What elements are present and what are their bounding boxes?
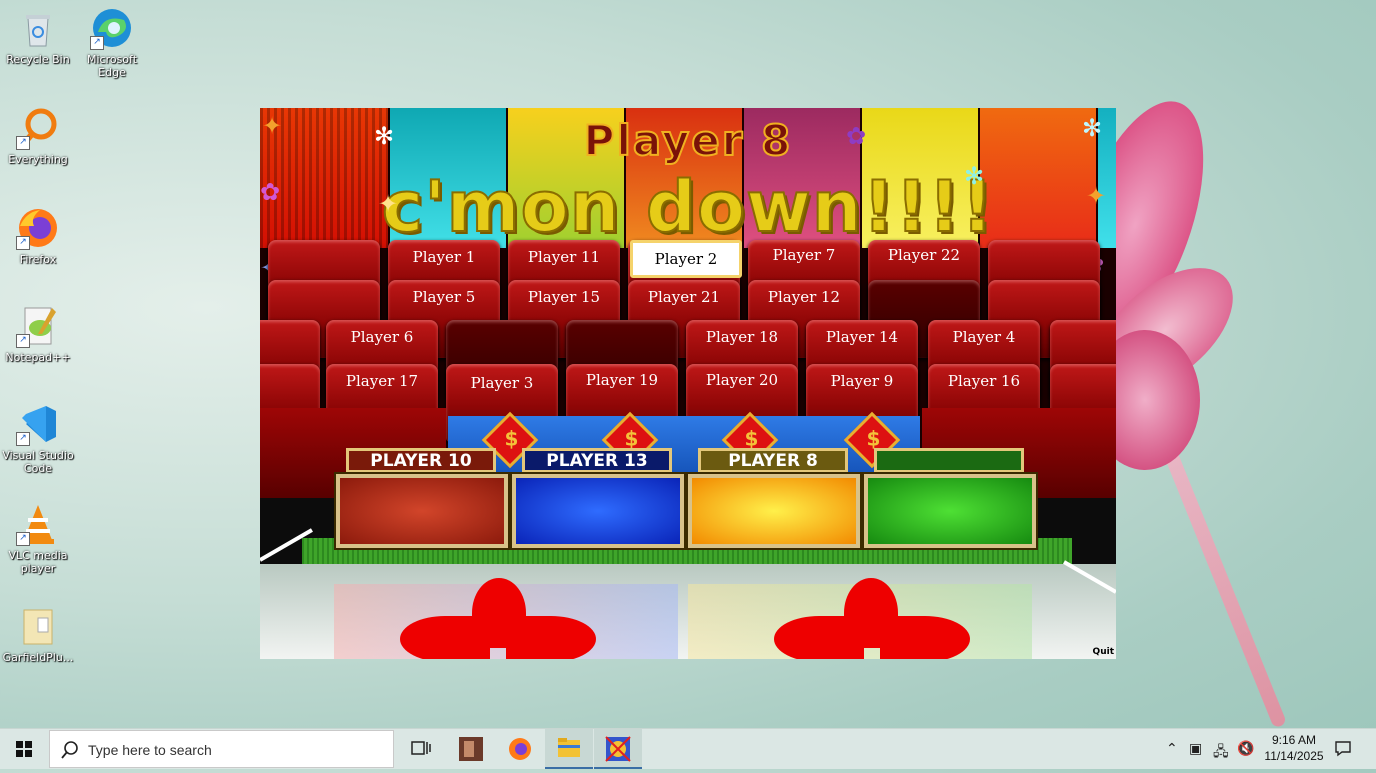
desktop-icon-label: Everything: [8, 153, 68, 166]
contestant-podium-blue: [512, 474, 684, 548]
audience-player-label[interactable]: Player 12: [748, 288, 860, 306]
taskbar-app-firefox[interactable]: [496, 729, 544, 769]
audience-player-label[interactable]: Player 18: [686, 328, 798, 346]
audience-player-label[interactable]: Player 7: [748, 246, 860, 264]
flower-icon: ✻: [964, 162, 985, 190]
sparkle-icon: ✦: [262, 112, 283, 140]
vscode-icon: ↗: [16, 402, 60, 446]
desktop-icon-recycle-bin[interactable]: Recycle Bin: [0, 6, 76, 66]
desktop-icon-garfield-folder[interactable]: GarfieldPlu...: [0, 604, 76, 664]
desktop-icon-label: Visual Studio Code: [2, 449, 74, 475]
wallpaper-flower-stem: [1150, 417, 1288, 729]
taskbar-app-photo[interactable]: [446, 729, 494, 769]
flower-icon: ✿: [846, 122, 867, 150]
shortcut-arrow-icon: ↗: [90, 36, 104, 50]
audience-player-label[interactable]: Player 14: [806, 328, 918, 346]
search-placeholder: Type here to search: [88, 742, 212, 758]
contestant-name-plate: [874, 448, 1024, 473]
desktop-icon-label: GarfieldPlu...: [2, 651, 74, 664]
desktop-icon-vscode[interactable]: ↗ Visual Studio Code: [0, 402, 76, 475]
audience-player-label[interactable]: Player 20: [686, 371, 798, 389]
game-window[interactable]: Player 8 c'mon down!!!! ✦ ✻ ✿ ✦ ✿ ✻ ✻ ✦ …: [260, 108, 1116, 659]
contestant-name-plate: PLAYER 8: [698, 448, 848, 473]
windows-logo-icon: [16, 741, 32, 757]
audience-player-label[interactable]: Player 17: [326, 372, 438, 390]
desktop-icon-edge[interactable]: ↗ Microsoft Edge: [74, 6, 150, 79]
everything-search-icon: ↗: [16, 106, 60, 150]
system-clock[interactable]: 9:16 AM 11/14/2025: [1254, 732, 1334, 764]
shortcut-arrow-icon: ↗: [16, 236, 30, 250]
firefox-icon: ↗: [16, 206, 60, 250]
desktop-icon-label: Microsoft Edge: [86, 53, 138, 79]
firefox-icon: [509, 738, 531, 760]
vlc-icon: ↗: [16, 502, 60, 546]
contestant-name-plate: PLAYER 13: [522, 448, 672, 473]
audience-player-label[interactable]: Player 5: [388, 288, 500, 306]
audience-player-label-active[interactable]: Player 2: [630, 240, 742, 278]
shortcut-arrow-icon: ↗: [16, 334, 30, 348]
audience-player-label[interactable]: Player 15: [508, 288, 620, 306]
red-flower-decoration: [506, 616, 596, 659]
task-view-icon: [411, 741, 431, 755]
audience-player-label[interactable]: Player 21: [628, 288, 740, 306]
show-hidden-icons-chevron-icon[interactable]: ⌃: [1166, 741, 1178, 757]
shortcut-arrow-icon: ↗: [16, 136, 30, 150]
red-flower-decoration: [400, 616, 490, 659]
audience-player-label[interactable]: Player 11: [508, 248, 620, 266]
contestant-podium-yellow: [688, 474, 860, 548]
audience-player-label[interactable]: Player 1: [388, 248, 500, 266]
audience-player-label[interactable]: Player 6: [326, 328, 438, 346]
taskbar: Type here to search ⌃ ▣ 🖧 🔇 9:16 AM 11/1…: [0, 728, 1376, 769]
shortcut-arrow-icon: ↗: [16, 432, 30, 446]
audience-player-label[interactable]: Player 22: [868, 246, 980, 264]
desktop-icon-label: Notepad++: [5, 351, 71, 364]
recycle-bin-icon: [16, 6, 60, 50]
contestant-podium-green: [864, 474, 1036, 548]
audience-player-label[interactable]: Player 19: [566, 371, 678, 389]
start-button[interactable]: [0, 729, 48, 769]
notepad-plus-plus-icon: ↗: [16, 304, 60, 348]
flower-icon: ✻: [374, 122, 395, 150]
flower-icon: ✻: [1082, 114, 1103, 142]
audience-player-label[interactable]: Player 16: [928, 372, 1040, 390]
quit-button[interactable]: Quit: [1093, 647, 1114, 657]
desktop-icon-firefox[interactable]: ↗ Firefox: [0, 206, 76, 266]
flower-icon: ✿: [260, 178, 281, 206]
contestant-podium-red: [336, 474, 508, 548]
red-flower-decoration: [774, 616, 864, 659]
network-icon[interactable]: 🖧: [1213, 741, 1229, 765]
desktop-icon-label: Recycle Bin: [6, 53, 70, 66]
clock-date: 11/14/2025: [1264, 749, 1324, 763]
audience-player-label[interactable]: Player 3: [446, 374, 558, 392]
audience-player-label[interactable]: Player 9: [806, 372, 918, 390]
desktop-icon-label: VLC media player: [8, 549, 68, 575]
search-icon: [61, 741, 78, 759]
desktop-icon-vlc[interactable]: ↗ VLC media player: [0, 502, 76, 575]
folder-icon: [16, 604, 60, 648]
edge-icon: ↗: [90, 6, 134, 50]
clock-time: 9:16 AM: [1271, 733, 1317, 747]
taskbar-app-game[interactable]: [594, 729, 642, 769]
volume-muted-icon[interactable]: 🔇: [1237, 741, 1254, 757]
task-view-button[interactable]: [396, 729, 444, 769]
contestant-name-plate: PLAYER 10: [346, 448, 496, 473]
sparkle-icon: ✦: [1086, 182, 1107, 210]
desktop-icon-everything[interactable]: ↗ Everything: [0, 106, 76, 166]
sparkle-icon: ✦: [378, 190, 399, 218]
red-flower-decoration: [880, 616, 970, 659]
file-explorer-icon: [558, 738, 580, 757]
shortcut-arrow-icon: ↗: [16, 532, 30, 546]
audience-player-label[interactable]: Player 4: [928, 328, 1040, 346]
security-icon[interactable]: ▣: [1189, 741, 1202, 757]
taskbar-search-box[interactable]: Type here to search: [49, 730, 394, 768]
game-app-icon: [605, 736, 631, 762]
notifications-icon[interactable]: [1334, 739, 1352, 761]
desktop-icon-label: Firefox: [19, 253, 57, 266]
taskbar-app-file-explorer[interactable]: [545, 729, 593, 769]
desktop-icon-notepad-plus-plus[interactable]: ↗ Notepad++: [0, 304, 76, 364]
photo-app-icon: [459, 737, 483, 761]
